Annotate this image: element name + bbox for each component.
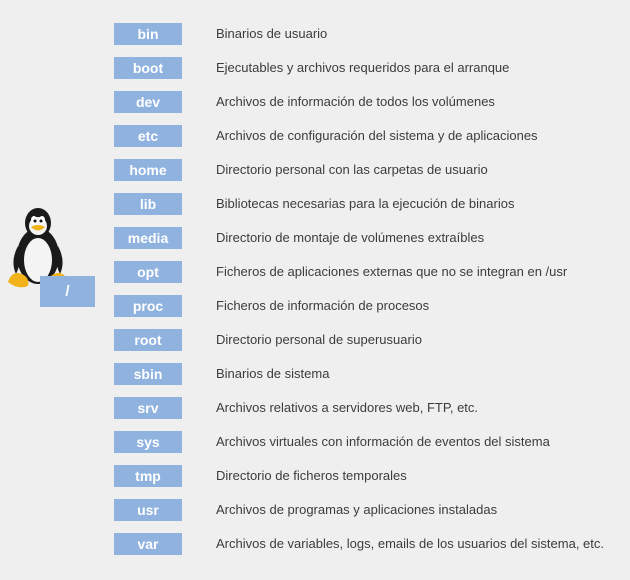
directory-name: proc: [132, 298, 164, 314]
directory-name: sys: [136, 434, 160, 450]
directory-row-root: root Directorio personal de superusuario: [0, 329, 630, 351]
directory-description: Archivos de configuración del sistema y …: [216, 128, 538, 143]
directory-description: Archivos de variables, logs, emails de l…: [216, 536, 605, 551]
directory-row-tmp: tmp Directorio de ficheros temporales: [0, 465, 630, 487]
directory-description: Archivos relativos a servidores web, FTP…: [216, 400, 479, 415]
directory-name-box: opt: [114, 261, 182, 283]
directory-name: etc: [137, 128, 159, 144]
directory-name-box: boot: [114, 57, 182, 79]
directory-name: tmp: [135, 468, 161, 484]
directory-name-box: sys: [114, 431, 182, 453]
directory-row-bin: bin Binarios de usuario: [0, 23, 630, 45]
directory-name: dev: [135, 94, 161, 110]
directory-row-opt: opt Ficheros de aplicaciones externas qu…: [0, 261, 630, 283]
directory-row-proc: proc Ficheros de información de procesos: [0, 295, 630, 317]
directory-name: opt: [137, 264, 159, 280]
directory-name-box: lib: [114, 193, 182, 215]
directory-row-boot: boot Ejecutables y archivos requeridos p…: [0, 57, 630, 79]
directory-description: Binarios de sistema: [216, 366, 330, 381]
directory-name-box: etc: [114, 125, 182, 147]
directory-name-box: var: [114, 533, 182, 555]
directory-description: Directorio personal de superusuario: [216, 332, 422, 347]
directory-name-box: proc: [114, 295, 182, 317]
directory-name: sbin: [133, 366, 163, 382]
directory-row-sbin: sbin Binarios de sistema: [0, 363, 630, 385]
directory-name: var: [137, 536, 159, 552]
directory-description: Archivos de información de todos los vol…: [216, 94, 495, 109]
directory-row-srv: srv Archivos relativos a servidores web,…: [0, 397, 630, 419]
directory-name: home: [129, 162, 167, 178]
directory-description: Ficheros de información de procesos: [216, 298, 430, 313]
directory-row-sys: sys Archivos virtuales con información d…: [0, 431, 630, 453]
directory-name-box: sbin: [114, 363, 182, 385]
directory-description: Archivos de programas y aplicaciones ins…: [216, 502, 498, 517]
directory-description: Ficheros de aplicaciones externas que no…: [216, 264, 568, 279]
directory-row-dev: dev Archivos de información de todos los…: [0, 91, 630, 113]
directory-description: Directorio personal con las carpetas de …: [216, 162, 488, 177]
directory-name: srv: [137, 400, 159, 416]
directory-name: media: [127, 230, 169, 246]
directory-row-usr: usr Archivos de programas y aplicaciones…: [0, 499, 630, 521]
directory-description: Archivos virtuales con información de ev…: [216, 434, 550, 449]
directory-row-etc: etc Archivos de configuración del sistem…: [0, 125, 630, 147]
directory-name: bin: [137, 26, 159, 42]
directory-row-home: home Directorio personal con las carpeta…: [0, 159, 630, 181]
directory-name: boot: [132, 60, 164, 76]
directory-row-media: media Directorio de montaje de volúmenes…: [0, 227, 630, 249]
directory-description: Directorio de ficheros temporales: [216, 468, 407, 483]
directory-name: lib: [139, 196, 157, 212]
directory-name-box: media: [114, 227, 182, 249]
directory-name-box: bin: [114, 23, 182, 45]
directory-description: Directorio de montaje de volúmenes extra…: [216, 230, 485, 245]
directory-name: root: [134, 332, 162, 348]
directory-name: usr: [137, 502, 159, 518]
directory-description: Bibliotecas necesarias para la ejecución…: [216, 196, 515, 211]
directory-description: Binarios de usuario: [216, 26, 328, 41]
directory-description: Ejecutables y archivos requeridos para e…: [216, 60, 510, 75]
directory-name-box: srv: [114, 397, 182, 419]
directory-name-box: usr: [114, 499, 182, 521]
directory-row-lib: lib Bibliotecas necesarias para la ejecu…: [0, 193, 630, 215]
directory-name-box: root: [114, 329, 182, 351]
directory-row-var: var Archivos de variables, logs, emails …: [0, 533, 630, 555]
directory-name-box: tmp: [114, 465, 182, 487]
directory-name-box: dev: [114, 91, 182, 113]
directory-name-box: home: [114, 159, 182, 181]
